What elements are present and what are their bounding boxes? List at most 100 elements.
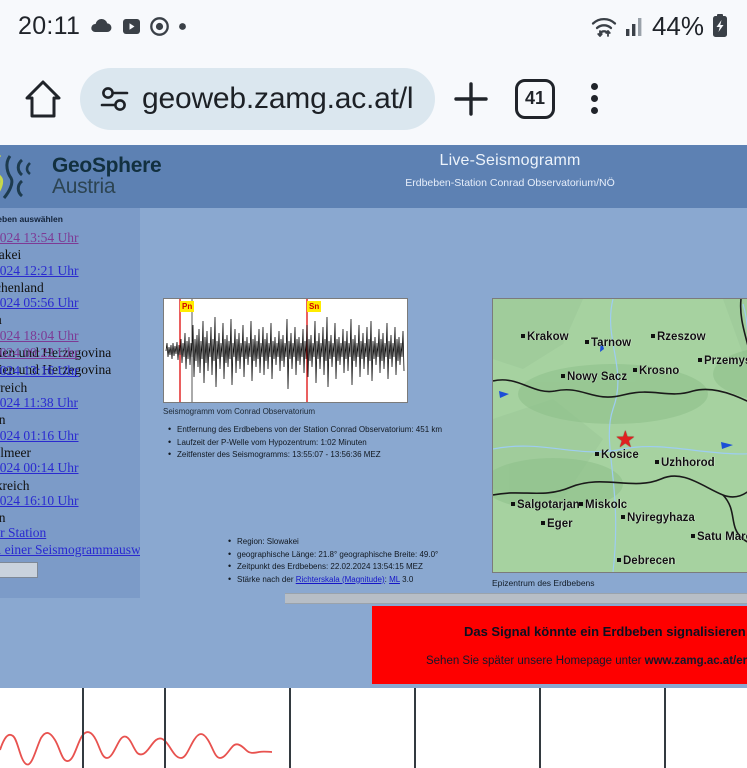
page-subtitle: Erdbeben-Station Conrad Observatorium/NÖ [290, 177, 730, 189]
menu-dot-icon [591, 95, 598, 102]
page-title-block: Live-Seismogramm Erdbeben-Station Conrad… [290, 152, 730, 189]
wifi-icon [590, 14, 618, 38]
web-page: GeoSphere Austria Live-Seismogramm Erdbe… [0, 145, 747, 768]
map-city-name: Uzhhorod [661, 457, 715, 469]
list-item[interactable]: 2.02.2024 13:54 Uhr Slowakei [0, 229, 140, 264]
status-bar-left: 20:11 [18, 12, 187, 41]
quake-region-label: Italien [0, 509, 140, 526]
richter-scale-link[interactable]: Richterskala (Magnitude) [296, 575, 385, 584]
tab-count-badge[interactable]: 41 [515, 79, 555, 119]
seismogram-facts-list: Entfernung des Erdbebens von der Station… [168, 424, 442, 462]
map-city-pin-icon [651, 334, 655, 338]
detail-region: Region: Slowakei [228, 536, 438, 549]
map-city-name: Miskolc [585, 499, 627, 511]
fact-pwave-traveltime: Laufzeit der P-Welle vom Hypozentrum: 1:… [168, 437, 442, 450]
quake-date-link[interactable]: 2.02.2024 05:56 Uhr [0, 294, 140, 311]
tab-switcher-button[interactable]: 41 [507, 71, 563, 127]
quake-date-link[interactable]: 2.02.2024 13:54 Uhr [0, 229, 140, 246]
list-item[interactable]: 0.02.2024 16:10 Uhr Italien [0, 492, 140, 527]
sidebar-link-station-info[interactable]: nfo zur Station [0, 525, 140, 542]
map-city-pin-icon [655, 460, 659, 464]
time-tick [289, 688, 291, 768]
url-bar[interactable]: geoweb.zamg.ac.at/l [80, 68, 435, 130]
map-city-name: Salgotarjan [517, 499, 580, 511]
home-button[interactable] [14, 70, 72, 128]
map-city-name: Tarnow [591, 337, 631, 349]
fact-distance: Entfernung des Erdbebens von der Station… [168, 424, 442, 437]
map-city-pin-icon [561, 374, 565, 378]
android-status-bar: 20:11 [0, 0, 747, 52]
signal-bars-icon [625, 15, 645, 37]
map-city-pin-icon [633, 368, 637, 372]
horizontal-scrollbar[interactable] [285, 593, 747, 604]
map-city-label: Krosno [633, 365, 679, 377]
map-city-name: Satu Mare [697, 531, 747, 543]
site-header: GeoSphere Austria Live-Seismogramm Erdbe… [0, 145, 747, 208]
alert-headline: Das Signal könnte ein Erdbeben signalisi… [464, 624, 747, 639]
magnitude-value: 3.0 [400, 575, 413, 584]
map-city-label: Tarnow [585, 337, 631, 349]
live-seismogram-strip: 20:11:00 20:11:30 20:12:00 20:12:30 20:1… [0, 688, 747, 768]
quake-date-link[interactable]: 9.02.2024 18:04 Uhr [0, 327, 140, 344]
map-city-pin-icon [617, 558, 621, 562]
earthquake-list: 2.02.2024 13:54 Uhr Slowakei 2.02.2024 1… [0, 229, 140, 526]
map-caption: Epizentrum des Erdbebens [492, 578, 595, 588]
detail-time: Zeitpunkt des Erdbebens: 22.02.2024 13:5… [228, 561, 438, 574]
map-city-name: Nyiregyhaza [627, 512, 695, 524]
map-city-name: Eger [547, 518, 573, 530]
time-tick [539, 688, 541, 768]
seismogram-trace [164, 299, 407, 402]
logo-line-2: Austria [52, 176, 161, 197]
quake-date-link[interactable]: 8.02.2024 13:16 Uhr [0, 362, 140, 379]
battery-charging-icon [711, 13, 729, 39]
browser-menu-button[interactable] [571, 71, 617, 127]
sidebar-link-example-evaluation[interactable]: eispiel einer Seismogrammauswertung [0, 542, 140, 559]
quake-date-link[interactable]: 0.02.2024 16:10 Uhr [0, 492, 140, 509]
sidebar-title: te Erdbeben auswählen [0, 214, 140, 224]
list-item[interactable]: 2.02.2024 05:56 Uhr Adria [0, 294, 140, 329]
time-tick [414, 688, 416, 768]
geosphere-logo-text: GeoSphere Austria [52, 155, 161, 198]
dot-icon [178, 22, 187, 31]
quake-date-link[interactable]: 1.02.2024 01:16 Uhr [0, 427, 140, 444]
detail-coordinates: geographische Länge: 21.8° geographische… [228, 549, 438, 562]
fact-timewindow: Zeitfenster des Seismogramms: 13:55:07 -… [168, 449, 442, 462]
phase-marker-sn: Sn [307, 301, 321, 312]
map-city-label: Eger [541, 518, 573, 530]
list-item[interactable]: 8.02.2024 13:16 Uhr Österreich [0, 362, 140, 397]
live-trace [0, 688, 747, 768]
quake-date-link[interactable]: 2.02.2024 12:21 Uhr [0, 262, 140, 279]
event-details-list: Region: Slowakei geographische Länge: 21… [228, 536, 438, 586]
list-item[interactable]: 1.02.2024 00:14 Uhr Frankreich [0, 459, 140, 494]
map-city-label: Debrecen [617, 555, 675, 567]
map-city-label: Przemysl [698, 355, 747, 367]
ml-link[interactable]: ML [389, 575, 400, 584]
alert-subline: Sehen Sie später unsere Homepage unter w… [426, 655, 747, 667]
map-city-pin-icon [579, 502, 583, 506]
list-item[interactable]: 1.02.2024 01:16 Uhr Mittelmeer [0, 427, 140, 462]
status-bar-right: 44% [590, 11, 729, 42]
alert-homepage-link[interactable]: www.zamg.ac.at/erdbeben [645, 655, 747, 667]
quake-date-link[interactable]: 1.02.2024 00:14 Uhr [0, 459, 140, 476]
earthquake-alert-banner: Das Signal könnte ein Erdbeben signalisi… [372, 606, 747, 684]
scrollbar-thumb[interactable] [285, 594, 747, 603]
menu-dot-icon [591, 83, 598, 90]
map-city-pin-icon [621, 515, 625, 519]
quake-date-link[interactable]: 5.02.2024 11:38 Uhr [0, 394, 140, 411]
language-select[interactable] [0, 562, 38, 578]
map-city-label: Rzeszow [651, 331, 706, 343]
url-text[interactable]: geoweb.zamg.ac.at/l [142, 82, 413, 116]
site-settings-icon[interactable] [100, 86, 130, 112]
geosphere-mark-icon [0, 151, 46, 201]
quake-date-link[interactable]: 0.02.2024 09:22 Uhr [0, 344, 140, 361]
map-city-label: Nyiregyhaza [621, 512, 695, 524]
new-tab-button[interactable] [443, 71, 499, 127]
geosphere-logo[interactable]: GeoSphere Austria [0, 151, 161, 201]
map-city-pin-icon [585, 340, 589, 344]
list-item[interactable]: 5.02.2024 11:38 Uhr Italien [0, 394, 140, 429]
map-city-name: Krosno [639, 365, 679, 377]
map-city-pin-icon [698, 358, 702, 362]
logo-line-1: GeoSphere [52, 155, 161, 176]
list-item[interactable]: 2.02.2024 12:21 Uhr Griechenland [0, 262, 140, 297]
epicenter-map[interactable]: Krakow Tarnow Rzeszow Przemysl Krosno No… [492, 298, 747, 573]
